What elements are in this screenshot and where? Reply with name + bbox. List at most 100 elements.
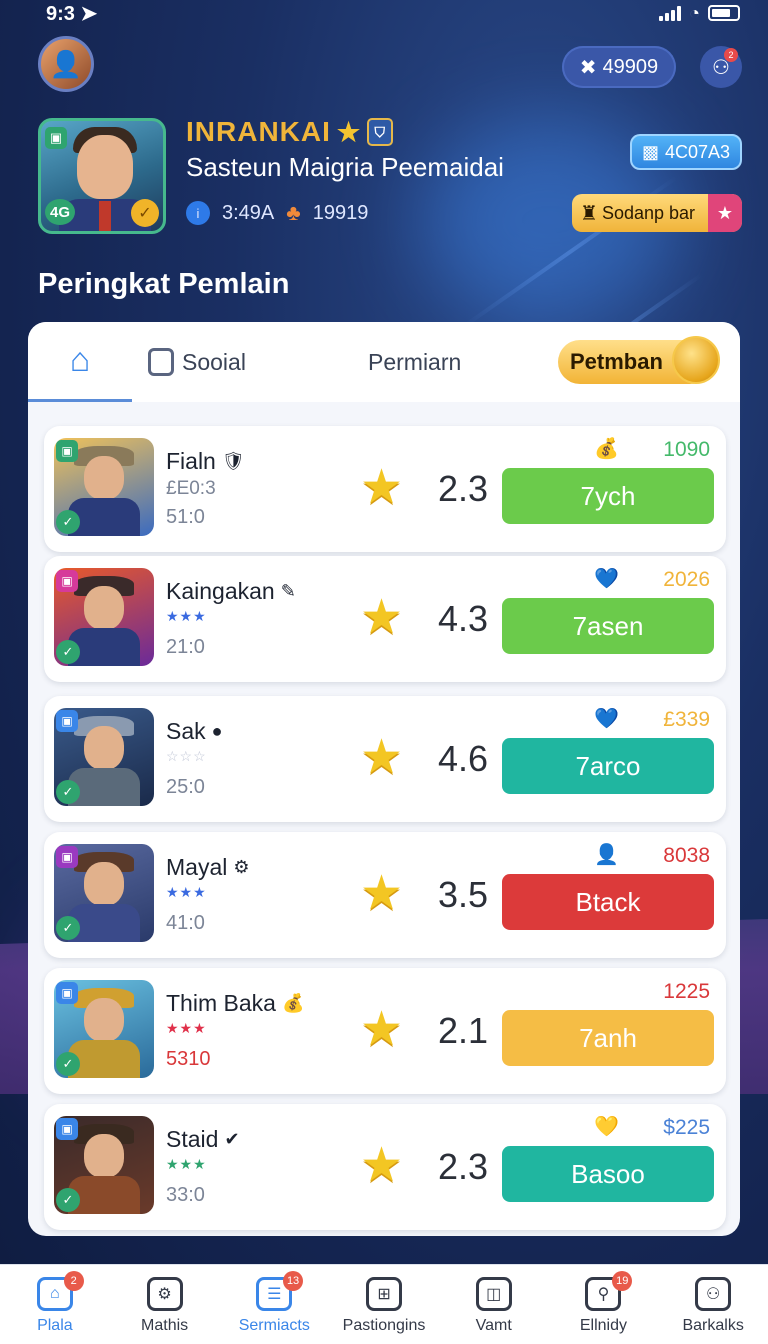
nav-label: Mathis [141, 1317, 189, 1334]
star-icon: ★ [360, 1139, 404, 1192]
player-avatar[interactable]: ▣ ✓ [54, 980, 154, 1078]
heart-gold-icon: 💛 [594, 1116, 619, 1138]
player-avatar[interactable]: ▣ ✓ [54, 438, 154, 536]
badge-icon: 💰 [281, 993, 305, 1013]
status-icons: ◔ [659, 3, 740, 24]
trophy-icon: ♜ [580, 202, 598, 225]
player-score: 2.3 [438, 1146, 489, 1187]
player-name: Fialn 🛡 [166, 448, 245, 474]
avatar[interactable]: 👤 [38, 36, 94, 92]
notification-badge: 2 [724, 48, 738, 62]
action-button[interactable]: 7arco [502, 738, 714, 794]
nav-label: Plala [37, 1317, 73, 1334]
card-icon: ▣ [56, 1118, 78, 1140]
person-icon: 👤 [594, 844, 619, 866]
tab-home[interactable]: ⌂ [28, 322, 132, 402]
nav-label: Ellnidy [579, 1317, 628, 1334]
top-value: 2026 [663, 568, 710, 591]
player-avatar[interactable]: ▣ ✓ [54, 568, 154, 666]
card-icon: ▣ [56, 982, 78, 1004]
leaderboard-row[interactable]: ▣ ✓ Mayal ⚙ ★★★ 41:0 ★ 3.5 👤 8038 Btack [44, 832, 726, 958]
star-icon: ★ [360, 867, 404, 920]
action-button[interactable]: 7asen [502, 598, 714, 654]
action-button[interactable]: 7ych [502, 468, 714, 524]
player-avatar[interactable]: ▣ ✓ [54, 708, 154, 806]
nav-icon: ◫ [475, 1277, 512, 1311]
player-stat: 41:0 [166, 912, 205, 934]
section-title: Peringkat Pemlain [38, 268, 290, 300]
status-bar: 9:3 ➤ ◔ [0, 0, 768, 26]
battery-icon [708, 5, 740, 21]
player-score: 3.5 [438, 874, 489, 915]
nav-item-1[interactable]: ⌂ Plala 2 [0, 1265, 110, 1344]
leaderboard-row[interactable]: ▣ ✓ Sak ● ☆☆☆ 25:0 ★ 4.6 💙 £339 7arco [44, 696, 726, 822]
crossed-swords-icon: ✖ [579, 56, 597, 79]
shop-button[interactable]: ♜ Sodanp bar ★ [572, 194, 742, 232]
card-icon: ▣ [45, 127, 67, 149]
profile-picture[interactable]: ▣ 4G ✓ [38, 118, 166, 234]
nav-item-4[interactable]: ⊞ Pastiongins [329, 1265, 439, 1344]
action-button[interactable]: Btack [502, 874, 714, 930]
check-icon: ✓ [56, 640, 80, 664]
coin-balance[interactable]: ✖ 49909 [562, 46, 676, 88]
player-name: INRANKAI ★ ⛉ [186, 116, 394, 148]
top-value: £339 [663, 708, 710, 731]
player-name: Sak ● [166, 718, 223, 744]
leaderboard-row[interactable]: ▣ ✓ Thim Baka 💰 ★★★ 5310 ★ 2.1 ❤ 1225 7a… [44, 968, 726, 1094]
reward-pill-button[interactable]: Petmban [558, 336, 720, 384]
nav-icon: ⚙ [146, 1277, 183, 1311]
nav-item-2[interactable]: ⚙ Mathis [110, 1265, 220, 1344]
check-icon: ✓ [56, 1188, 80, 1212]
gems-value: 4C07A3 [664, 141, 731, 162]
star-icon: ★ [360, 1003, 404, 1056]
player-stat: 5310 [166, 1048, 211, 1070]
leaderboard-row[interactable]: ▣ ✓ Staid ✔ ★★★ 33:0 ★ 2.3 💛 $225 Basoo [44, 1104, 726, 1230]
reward-pill-label: Petmban [570, 349, 663, 374]
leaderboard-row[interactable]: ▣ ✓ Kaingakan ✎ ★★★ 21:0 ★ 4.3 💙 2026 7a… [44, 556, 726, 682]
shield-icon: i [186, 201, 210, 225]
player-name: Kaingakan ✎ [166, 578, 296, 604]
nav-item-7[interactable]: ⚇ Barkalks [658, 1265, 768, 1344]
badge-icon: ⚙ [233, 857, 250, 877]
nav-item-6[interactable]: ⚲ Ellnidy 19 [549, 1265, 659, 1344]
player-avatar[interactable]: ▣ ✓ [54, 844, 154, 942]
wifi-icon: ◔ [689, 2, 700, 23]
fire-icon: ♣ [286, 200, 301, 225]
player-rank-stars: £E0:3 [166, 478, 216, 499]
player-rank-stars: ★★★ [166, 884, 207, 900]
tab-social[interactable]: Sooial [148, 322, 246, 402]
badge-icon: ● [211, 721, 223, 741]
badge-icon: ✎ [280, 581, 296, 601]
star-icon: ★ [360, 591, 404, 644]
action-button[interactable]: Basoo [502, 1146, 714, 1202]
action-button[interactable]: 7anh [502, 1010, 714, 1066]
stat-1: 3:49A [222, 201, 275, 224]
search-icon [148, 348, 174, 376]
level-badge: 4G [45, 199, 75, 225]
player-score: 2.1 [438, 1010, 489, 1051]
top-value: 1225 [663, 980, 710, 1003]
star-icon: ★ [360, 461, 404, 514]
leaderboard-row[interactable]: ▣ ✓ Fialn 🛡 £E0:3 51:0 ★ 2.3 💰 1090 7ych [44, 426, 726, 552]
friends-button[interactable]: ⚇ 2 [700, 46, 742, 88]
signal-icon [659, 5, 682, 21]
player-stat: 33:0 [166, 1184, 205, 1206]
player-name: Staid ✔ [166, 1126, 240, 1152]
nav-badge: 2 [63, 1271, 84, 1291]
status-time: 9:3 ➤ [46, 2, 98, 25]
nav-badge: 19 [612, 1271, 633, 1291]
top-value: 8038 [663, 844, 710, 867]
nav-badge: 13 [283, 1271, 304, 1291]
check-icon: ✓ [56, 780, 80, 804]
player-score: 4.6 [438, 738, 489, 779]
tab-premium[interactable]: Permiarn [368, 322, 461, 402]
nav-item-3[interactable]: ☰ Sermiacts 13 [219, 1265, 329, 1344]
check-icon: ✓ [56, 1052, 80, 1076]
nav-icon: ⊞ [366, 1277, 403, 1311]
nav-item-5[interactable]: ◫ Vamt [439, 1265, 549, 1344]
player-stat: 21:0 [166, 636, 205, 658]
gems-balance[interactable]: ▩ 4C07A3 [630, 134, 742, 170]
player-title: Sastеun Maigria Peemaidai [186, 152, 504, 182]
player-avatar[interactable]: ▣ ✓ [54, 1116, 154, 1214]
leaderboard-panel: ⌂ Sooial Permiarn Petmban ▣ ✓ Fialn 🛡 £E… [28, 322, 740, 1236]
